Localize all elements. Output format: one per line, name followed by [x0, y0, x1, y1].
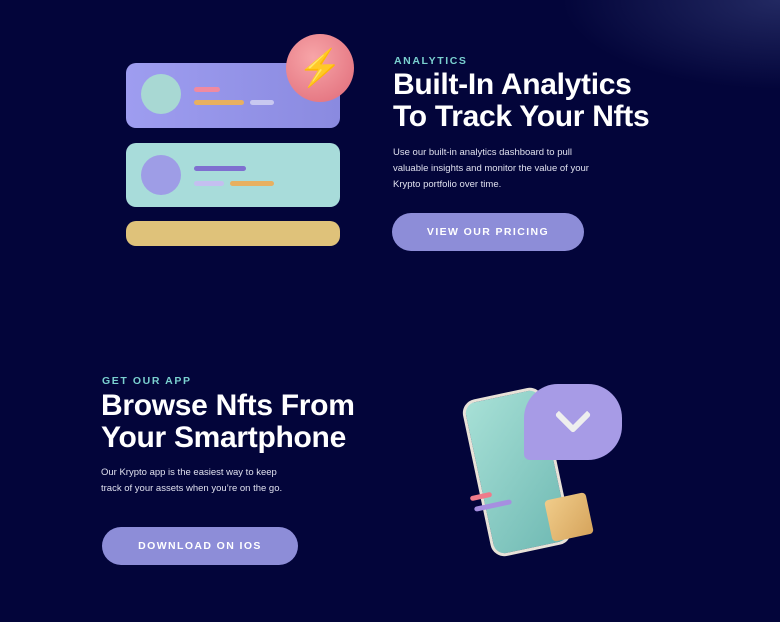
desc-line: Use our built-in analytics dashboard to …: [393, 147, 573, 158]
app-eyebrow: GET OUR APP: [102, 375, 192, 387]
desc-line: Our Krypto app is the easiest way to kee…: [101, 467, 277, 478]
chevron-down-icon: [554, 396, 592, 434]
app-description: Our Krypto app is the easiest way to kee…: [101, 465, 282, 497]
desc-line: Krypto portfolio over time.: [393, 179, 502, 190]
title-line: To Track Your Nfts: [393, 100, 650, 133]
box-icon: [544, 492, 594, 542]
desc-line: valuable insights and monitor the value …: [393, 163, 589, 174]
title-line: Browse Nfts From: [101, 389, 355, 422]
title-line: Your Smartphone: [101, 421, 346, 454]
analytics-title: Built-In Analytics To Track Your Nfts: [393, 68, 650, 133]
download-ios-button[interactable]: DOWNLOAD ON IOS: [102, 527, 298, 565]
view-pricing-button[interactable]: VIEW OUR PRICING: [392, 213, 584, 251]
analytics-description: Use our built-in analytics dashboard to …: [393, 145, 589, 193]
app-title: Browse Nfts From Your Smartphone: [101, 390, 355, 454]
desc-line: track of your assets when you’re on the …: [101, 483, 283, 494]
lightning-bolt-icon: ⚡: [286, 34, 354, 102]
title-line: Built-In Analytics: [393, 68, 632, 101]
analytics-eyebrow: ANALYTICS: [394, 55, 468, 67]
